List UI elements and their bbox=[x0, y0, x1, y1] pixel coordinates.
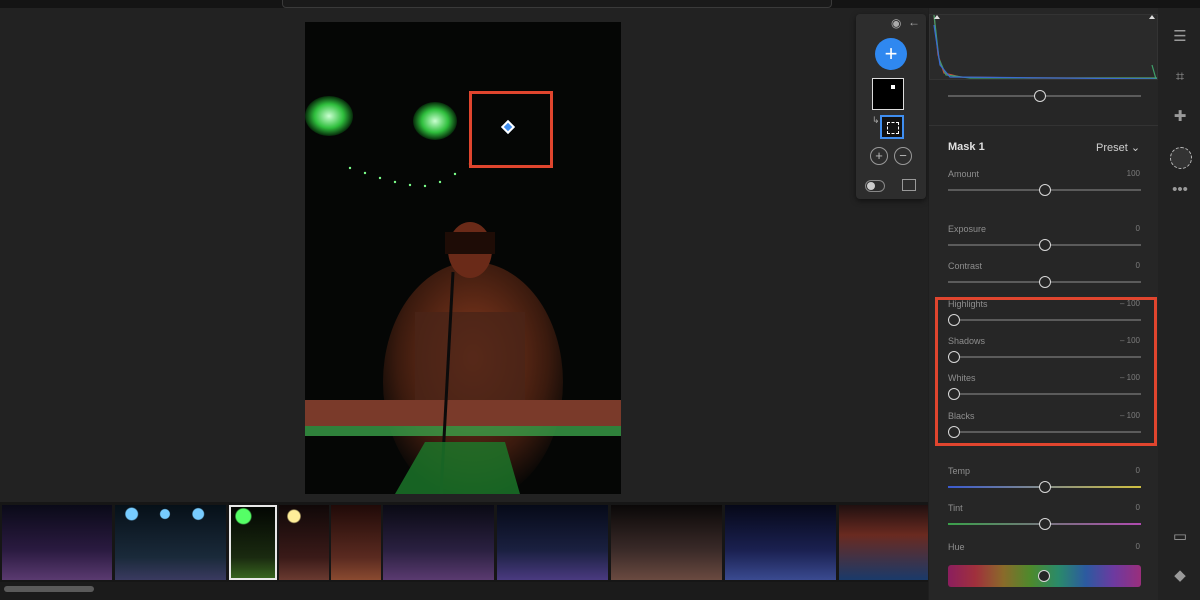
slider-knob-contrast[interactable] bbox=[1038, 276, 1051, 288]
slider-label-contrast: Contrast bbox=[948, 261, 983, 271]
back-arrow-icon[interactable]: ← bbox=[908, 16, 920, 28]
filmstrip-thumbnail[interactable] bbox=[611, 505, 722, 580]
preset-dropdown[interactable]: Preset ⌄ bbox=[1096, 141, 1140, 154]
filmstrip-thumbnail[interactable] bbox=[725, 505, 836, 580]
slider-value-amount[interactable]: 100 bbox=[1127, 169, 1140, 178]
photo-canvas[interactable] bbox=[305, 22, 621, 494]
filmstrip-thumbnail[interactable] bbox=[839, 505, 928, 580]
chevron-down-icon: ⌄ bbox=[1130, 142, 1141, 154]
slider-knob-temp[interactable] bbox=[1038, 481, 1051, 493]
filmstrip-scrollbar[interactable] bbox=[0, 582, 928, 600]
toggle-icon[interactable] bbox=[865, 180, 885, 192]
mask-icon[interactable] bbox=[1170, 147, 1192, 169]
tag-icon[interactable]: ◆ bbox=[1170, 566, 1190, 586]
slider-knob-tint[interactable] bbox=[1038, 518, 1051, 530]
more-icon[interactable]: ••• bbox=[1170, 180, 1190, 200]
submask-thumbnail[interactable] bbox=[880, 115, 904, 139]
search-bar[interactable] bbox=[282, 0, 832, 8]
eye-icon[interactable]: ◉ bbox=[891, 17, 901, 29]
slider-label-exposure: Exposure bbox=[948, 224, 987, 234]
slider-label-amount: Amount bbox=[948, 169, 980, 179]
slider-value-tint[interactable]: 0 bbox=[1136, 503, 1140, 512]
slider-knob-exposure[interactable] bbox=[1038, 239, 1051, 251]
filmstrip bbox=[0, 502, 928, 582]
slider-value-temp[interactable]: 0 bbox=[1136, 466, 1140, 475]
slider-value-exposure[interactable]: 0 bbox=[1136, 224, 1140, 233]
mask-section-divider bbox=[929, 125, 1158, 126]
comment-icon[interactable]: ▭ bbox=[1170, 527, 1190, 547]
top-slider-knob[interactable] bbox=[1034, 90, 1046, 102]
filmstrip-thumbnail[interactable] bbox=[383, 505, 494, 580]
sliders-icon[interactable]: ☰ bbox=[1170, 27, 1190, 47]
filmstrip-thumbnail[interactable] bbox=[497, 505, 608, 580]
filmstrip-thumbnail[interactable] bbox=[279, 505, 329, 580]
tone-sliders-highlight bbox=[935, 297, 1157, 446]
healing-icon[interactable]: ✚ bbox=[1170, 107, 1190, 127]
subtract-submask-button[interactable]: − bbox=[894, 147, 912, 165]
hue-slider-knob[interactable] bbox=[1038, 570, 1050, 582]
mask-title: Mask 1 bbox=[948, 141, 985, 153]
slider-value-contrast[interactable]: 0 bbox=[1136, 261, 1140, 270]
slider-knob-amount[interactable] bbox=[1038, 184, 1051, 196]
add-submask-button[interactable]: + bbox=[870, 147, 888, 165]
filmstrip-thumbnail[interactable] bbox=[2, 505, 112, 580]
filmstrip-thumbnail[interactable] bbox=[115, 505, 226, 580]
slider-label-hue: Hue bbox=[948, 542, 965, 552]
slider-value-hue[interactable]: 0 bbox=[1136, 542, 1140, 551]
slider-label-tint: Tint bbox=[948, 503, 963, 513]
crop-icon[interactable]: ⌗ bbox=[1170, 67, 1190, 87]
submask-link-icon: ↳ bbox=[872, 115, 880, 125]
add-mask-button[interactable]: + bbox=[875, 38, 907, 70]
slider-label-temp: Temp bbox=[948, 466, 971, 476]
filmstrip-thumbnail[interactable] bbox=[331, 505, 381, 580]
overlay-icon[interactable] bbox=[902, 179, 916, 191]
histogram bbox=[929, 14, 1158, 80]
filmstrip-thumbnail-selected[interactable] bbox=[229, 505, 277, 580]
filmstrip-scroll-thumb[interactable] bbox=[4, 586, 94, 592]
mask-thumbnail[interactable] bbox=[872, 78, 904, 110]
right-toolbar bbox=[1158, 8, 1200, 600]
masks-panel: ◉ ← + ↳ + − bbox=[856, 14, 926, 199]
